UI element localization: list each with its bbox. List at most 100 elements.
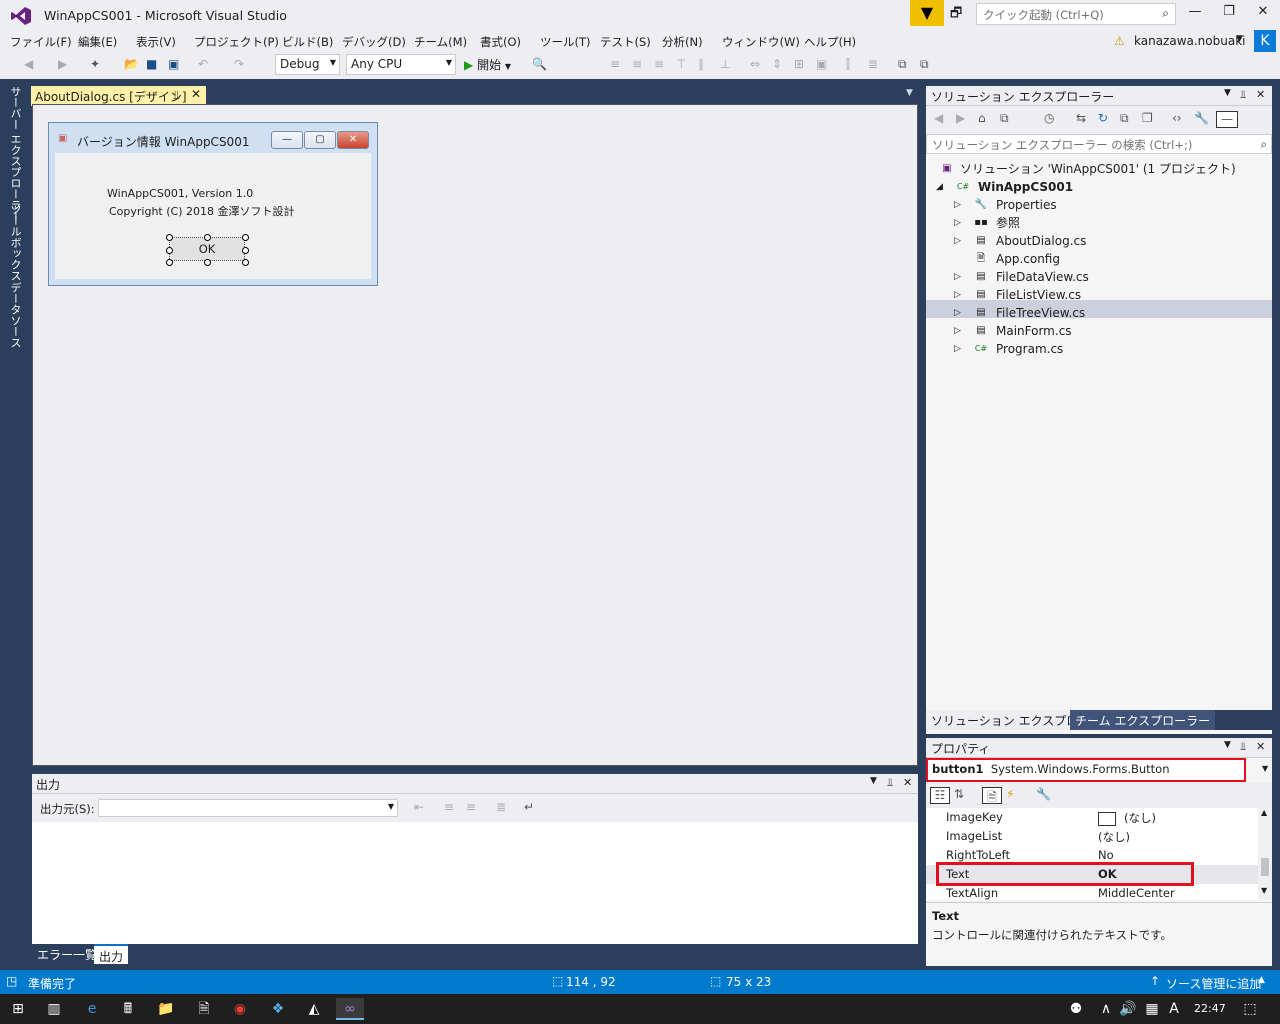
align-tops-icon[interactable]: ⊤ [676, 57, 686, 74]
user-name[interactable]: kanazawa.nobuaki [1134, 34, 1246, 48]
resize-handle[interactable] [166, 247, 173, 254]
save-all-icon[interactable]: ▣ [168, 57, 179, 74]
forward-icon[interactable]: ▶ [58, 57, 67, 74]
tree-item-filetreeview[interactable]: ▷ ▤ FileTreeView.cs [954, 304, 1085, 322]
tab-server-explorer[interactable]: サーバー エクスプローラー [7, 86, 23, 222]
tab-team-explorer[interactable]: チーム エクスプローラー [1070, 710, 1216, 730]
avatar[interactable]: K [1254, 30, 1276, 52]
horizontal-spacing-icon[interactable]: ⫿ [846, 57, 850, 74]
menu-build[interactable]: ビルド(B) [282, 34, 333, 50]
pin-icon[interactable]: ⫫ [1240, 88, 1246, 102]
solution-search-input[interactable]: ソリューション エクスプローラー の検索 (Ctrl+;) ⌕ [926, 134, 1272, 154]
menu-analyze[interactable]: 分析(N) [662, 34, 703, 50]
sync-icon[interactable]: ⇆ [1076, 111, 1086, 128]
quick-launch-input[interactable]: クイック起動 (Ctrl+Q) ⌕ [976, 3, 1176, 25]
menu-format[interactable]: 書式(O) [480, 34, 521, 50]
collapsed-icon[interactable]: ▷ [954, 268, 961, 286]
scroll-down-icon[interactable]: ▼ [1261, 886, 1267, 895]
minimize-button[interactable]: — [1180, 4, 1210, 24]
tab-error-list[interactable]: エラー一覧 [32, 944, 102, 964]
tree-item-appconfig[interactable]: 🗎 App.config [954, 250, 1060, 268]
start-debugging-button[interactable]: ▶ 開始 ▼ [464, 56, 511, 73]
dialog-maximize-button[interactable]: ▢ [304, 131, 336, 149]
new-project-icon[interactable]: ✦ [90, 57, 100, 74]
events-lightning-icon[interactable]: ⚡ [1006, 787, 1014, 804]
resize-handle[interactable] [242, 259, 249, 266]
undo-icon[interactable]: ↶ [198, 57, 208, 74]
collapsed-icon[interactable]: ▷ [954, 232, 961, 250]
taskbar-clock[interactable]: 22:47 [1194, 1002, 1226, 1015]
tab-data-sources[interactable]: データソース [7, 282, 23, 348]
next-message-icon[interactable]: ≡ [466, 800, 476, 817]
menu-project[interactable]: プロジェクト(P) [194, 34, 279, 50]
open-folder-icon[interactable]: 📂 [124, 57, 139, 74]
object-selector[interactable]: button1 System.Windows.Forms.Button [926, 758, 1246, 782]
dialog-minimize-button[interactable]: — [271, 131, 303, 149]
menu-edit[interactable]: 編集(E) [78, 34, 117, 50]
close-icon[interactable]: ✕ [191, 87, 201, 101]
make-same-width-icon[interactable]: ⇔ [750, 57, 760, 74]
chevron-down-icon[interactable]: ▼ [906, 88, 913, 98]
scroll-up-icon[interactable]: ▲ [1261, 808, 1267, 817]
menu-help[interactable]: ヘルプ(H) [804, 34, 856, 50]
forward-icon[interactable]: ▶ [956, 111, 965, 128]
redo-icon[interactable]: ↷ [234, 57, 244, 74]
property-row[interactable]: ImageKey (なし) [926, 808, 1258, 827]
task-view-icon[interactable]: ▥ [40, 998, 68, 1020]
arrow-up-icon[interactable]: ↑ [1150, 974, 1160, 988]
chevron-down-icon[interactable]: ▼ [1236, 34, 1243, 44]
align-lefts-icon[interactable]: ≡ [610, 57, 620, 74]
chevron-down-icon[interactable]: ▼ [1224, 88, 1231, 98]
ime-icon[interactable]: A [1160, 998, 1188, 1020]
send-to-back-icon[interactable]: ⧉ [920, 57, 929, 74]
collapsed-icon[interactable]: ▷ [954, 214, 961, 232]
menu-view[interactable]: 表示(V) [136, 34, 176, 50]
tree-project[interactable]: ◢ C# WinAppCS001 [936, 178, 1073, 196]
property-row[interactable]: TextAlign MiddleCenter [926, 884, 1258, 903]
pin-icon[interactable]: ⫫ [173, 88, 180, 103]
tree-item-references[interactable]: ▷ ▪▪ 参照 [954, 214, 1020, 232]
photos-icon[interactable]: ◭ [300, 998, 328, 1020]
feedback-filter-icon[interactable]: ▼ [910, 0, 944, 26]
back-icon[interactable]: ◀ [24, 57, 33, 74]
people-icon[interactable]: ⚉ [1062, 998, 1090, 1020]
clear-all-icon[interactable]: ≣ [496, 800, 506, 817]
menu-window[interactable]: ウィンドウ(W) [722, 34, 800, 50]
solution-platform-select[interactable]: Any CPU ▼ [346, 54, 456, 75]
close-icon[interactable]: ✕ [1256, 88, 1265, 101]
visual-studio-taskbar-icon[interactable]: ∞ [336, 998, 364, 1020]
collapsed-icon[interactable]: ▷ [954, 322, 961, 340]
close-icon[interactable]: ✕ [903, 776, 912, 789]
notification-icon[interactable]: 🗗 [950, 4, 970, 22]
chevron-down-icon[interactable]: ▼ [1262, 764, 1268, 773]
alphabetical-icon[interactable]: ⇅ [954, 787, 964, 804]
output-source-select[interactable]: ▼ [98, 799, 398, 817]
pin-icon[interactable]: ⫫ [1240, 740, 1246, 754]
chrome-icon[interactable]: ◉ [226, 998, 254, 1020]
resize-handle[interactable] [242, 234, 249, 241]
menu-debug[interactable]: デバッグ(D) [342, 34, 406, 50]
save-icon[interactable]: ■ [146, 57, 157, 74]
tab-output[interactable]: 出力 [94, 944, 129, 964]
solution-configuration-select[interactable]: Debug ▼ [275, 54, 340, 75]
bring-to-front-icon[interactable]: ⧉ [898, 57, 907, 74]
property-pages-icon[interactable]: 🔧 [1036, 787, 1051, 804]
pending-changes-filter-icon[interactable]: ◷ [1044, 111, 1054, 128]
property-grid-scrollbar[interactable]: ▲ ▼ [1258, 808, 1272, 900]
align-rights-icon[interactable]: ≡ [654, 57, 664, 74]
menu-tools[interactable]: ツール(T) [540, 34, 591, 50]
align-bottoms-icon[interactable]: ⊥ [720, 57, 730, 74]
menu-test[interactable]: テスト(S) [600, 34, 651, 50]
home-icon[interactable]: ⌂ [978, 111, 986, 128]
action-center-icon[interactable]: ⬚ [1236, 998, 1264, 1020]
resize-handle[interactable] [204, 259, 211, 266]
close-button[interactable]: ✕ [1248, 4, 1278, 24]
switch-views-icon[interactable]: ⧉ [1000, 111, 1009, 128]
previous-message-icon[interactable]: ≡ [444, 800, 454, 817]
chevron-down-icon[interactable]: ▼ [870, 776, 877, 786]
tree-item-mainform[interactable]: ▷ ▤ MainForm.cs [954, 322, 1072, 340]
output-text-area[interactable] [32, 822, 918, 944]
pin-icon[interactable]: ⫫ [887, 776, 893, 790]
source-control-button[interactable]: ソース管理に追加 [1166, 975, 1261, 992]
view-code-icon[interactable]: ‹› [1172, 111, 1182, 128]
